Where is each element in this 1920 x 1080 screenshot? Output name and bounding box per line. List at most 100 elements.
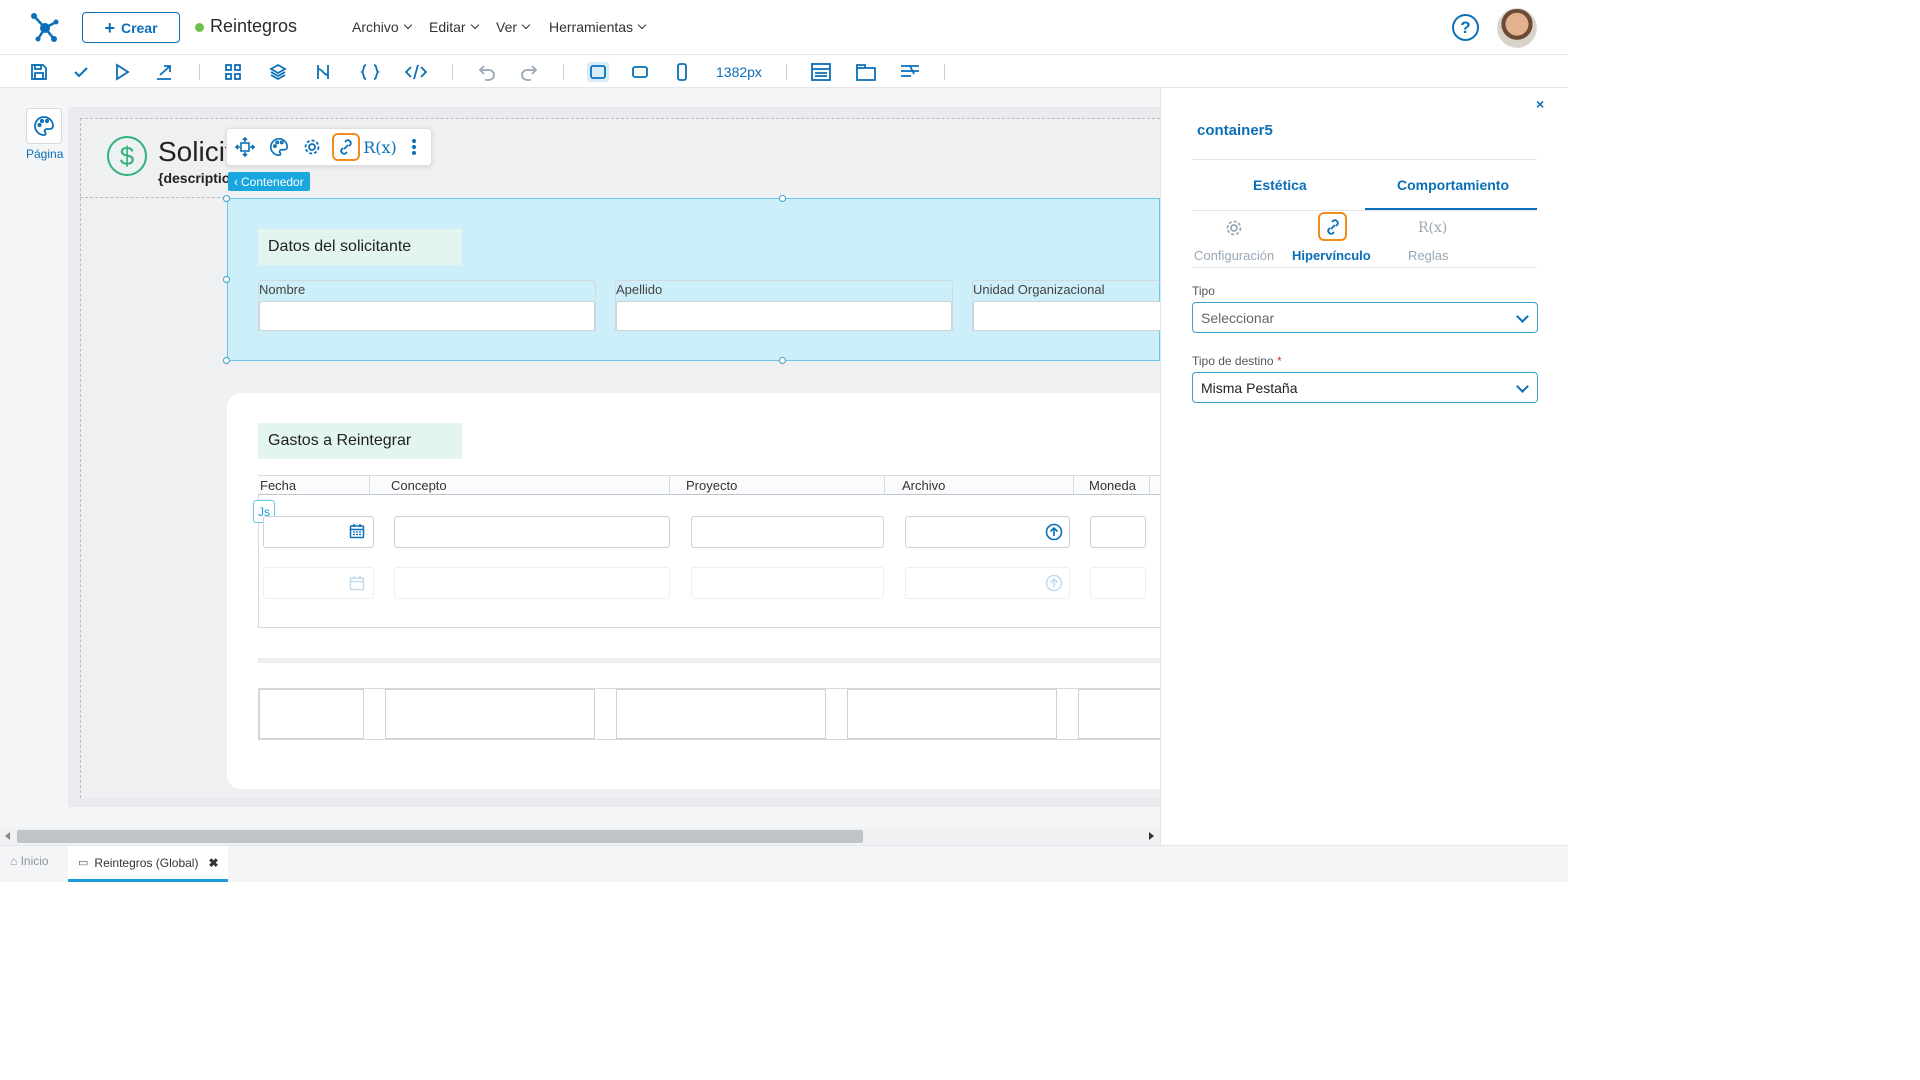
calendar-icon[interactable] [349, 523, 365, 544]
destino-label-text: Tipo de destino [1192, 354, 1274, 368]
unidad-input[interactable] [973, 301, 1160, 331]
scroll-right-icon[interactable] [1149, 832, 1154, 840]
tab-reintegros[interactable]: ▭ Reintegros (Global) ✖ [68, 846, 228, 882]
column-header[interactable]: Proyecto [684, 475, 885, 495]
close-tab-icon[interactable]: ✖ [208, 856, 218, 870]
tab-comportamiento[interactable]: Comportamiento [1397, 177, 1509, 193]
subtab-configuracion[interactable]: Configuración [1194, 248, 1274, 263]
toolbar-separator [563, 64, 564, 80]
nombre-input[interactable] [259, 301, 595, 331]
column-header[interactable]: Archivo [900, 475, 1074, 495]
required-marker: * [1276, 354, 1282, 368]
divider [1192, 159, 1537, 160]
help-circle-icon[interactable]: ? [1452, 14, 1479, 41]
control-name: container5 [1197, 122, 1273, 139]
mobile-icon[interactable] [671, 62, 693, 82]
section-title: Gastos a Reintegrar [258, 423, 462, 459]
move-icon[interactable] [231, 133, 259, 161]
tablet-icon[interactable] [629, 62, 651, 82]
total-cell[interactable] [847, 689, 1057, 739]
subtab-hipervinculo[interactable]: Hipervínculo [1292, 248, 1371, 263]
menu-archivo[interactable]: Archivo [352, 19, 412, 35]
form-icon: ▭ [78, 857, 89, 869]
container-tag-label: Contenedor [241, 174, 304, 189]
moneda-input[interactable] [1090, 567, 1146, 599]
check-icon[interactable] [70, 62, 92, 82]
tipo-label: Tipo [1192, 284, 1215, 298]
redo-icon[interactable] [518, 62, 540, 82]
rules-icon[interactable]: R(x) [1418, 220, 1447, 236]
page-settings-button[interactable] [26, 108, 62, 144]
resize-handle[interactable] [223, 276, 230, 283]
play-icon[interactable] [111, 62, 133, 82]
resize-handle[interactable] [779, 357, 786, 364]
more-vert-icon[interactable] [400, 133, 428, 161]
column-header[interactable]: Fecha [258, 475, 370, 495]
total-cell[interactable] [1078, 689, 1160, 739]
create-button[interactable]: + Crear [82, 12, 180, 43]
proyecto-input[interactable] [691, 516, 884, 548]
tab-estetica[interactable]: Estética [1253, 177, 1307, 193]
concepto-input[interactable] [394, 567, 670, 599]
desktop-icon[interactable] [587, 62, 609, 82]
scrollbar-thumb[interactable] [17, 830, 863, 843]
menu-herramientas[interactable]: Herramientas [549, 19, 647, 35]
calendar-icon[interactable] [349, 575, 365, 596]
total-cell[interactable] [259, 689, 364, 739]
export-icon[interactable] [153, 62, 175, 82]
resize-handle[interactable] [779, 195, 786, 202]
column-header[interactable]: Concepto [389, 475, 670, 495]
layout-align-icon[interactable] [899, 62, 921, 82]
canvas-width-label[interactable]: 1382px [716, 64, 762, 80]
upload-icon[interactable] [1045, 574, 1063, 597]
menu-ver[interactable]: Ver [496, 19, 531, 35]
layout-tabs-icon[interactable] [855, 62, 877, 82]
divider [258, 658, 1160, 663]
proyecto-input[interactable] [691, 567, 884, 599]
braces-icon[interactable] [359, 62, 381, 82]
tipo-select[interactable]: Seleccionar [1192, 302, 1538, 333]
resize-handle[interactable] [223, 195, 230, 202]
form-title[interactable]: Solicitud de Reintegro [158, 136, 230, 168]
rules-icon[interactable]: R(x) [363, 133, 397, 161]
gear-icon[interactable] [298, 133, 326, 161]
form-description[interactable]: {description} [158, 170, 228, 186]
layers-icon[interactable] [267, 62, 289, 82]
column-header[interactable]: Moneda [1087, 475, 1150, 495]
grid-icon[interactable] [222, 62, 244, 82]
menu-label: Editar [429, 19, 466, 35]
upload-icon[interactable] [1045, 523, 1063, 546]
link-icon[interactable] [332, 133, 360, 161]
chevron-down-icon [470, 20, 479, 30]
close-icon[interactable]: × [1536, 96, 1544, 112]
concepto-input[interactable] [394, 516, 670, 548]
total-cell[interactable] [616, 689, 826, 739]
total-cell[interactable] [385, 689, 595, 739]
resize-handle[interactable] [223, 357, 230, 364]
tab-inicio[interactable]: ⌂ Inicio [10, 854, 49, 868]
palette-icon[interactable] [265, 133, 293, 161]
subtab-reglas[interactable]: Reglas [1408, 248, 1448, 263]
destino-label: Tipo de destino * [1192, 354, 1282, 368]
chevron-left-icon: ‹ [234, 174, 238, 189]
moneda-input[interactable] [1090, 516, 1146, 548]
apellido-input[interactable] [616, 301, 952, 331]
code-icon[interactable] [405, 62, 427, 82]
undo-icon[interactable] [476, 62, 498, 82]
link-icon[interactable] [1318, 212, 1347, 241]
save-icon[interactable] [28, 62, 50, 82]
tab-reintegros-label: Reintegros (Global) [94, 855, 199, 870]
scroll-left-icon[interactable] [5, 832, 10, 840]
app-logo-icon[interactable] [28, 10, 62, 49]
flow-icon[interactable] [312, 62, 334, 82]
tab-inicio-label: Inicio [20, 854, 49, 868]
header-separator [80, 197, 230, 198]
field-label: Nombre [259, 282, 306, 297]
container-breadcrumb-tag[interactable]: ‹ Contenedor [228, 172, 310, 191]
user-avatar[interactable] [1497, 8, 1537, 48]
divider [1192, 267, 1537, 268]
gear-icon[interactable] [1224, 218, 1244, 243]
menu-editar[interactable]: Editar [429, 19, 479, 35]
layout-header-icon[interactable] [810, 62, 832, 82]
destino-select[interactable]: Misma Pestaña [1192, 372, 1538, 403]
